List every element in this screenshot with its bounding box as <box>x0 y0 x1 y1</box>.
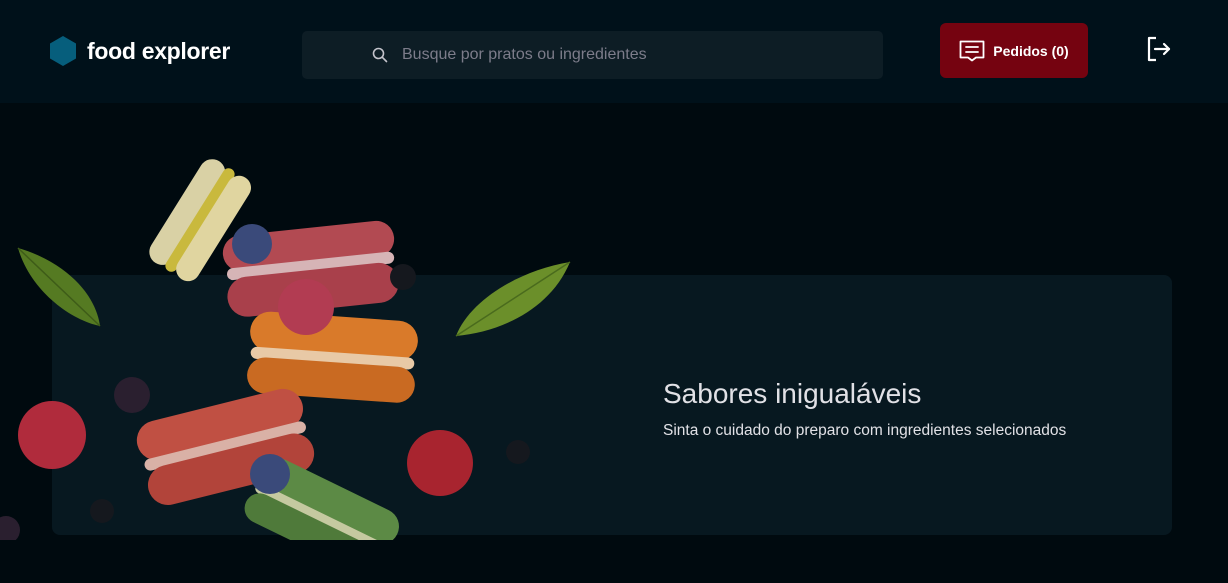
app-header: food explorer Pedidos (0) <box>0 0 1228 103</box>
receipt-icon <box>959 40 985 61</box>
logo-text: food explorer <box>87 37 231 64</box>
hexagon-icon <box>50 36 76 66</box>
orders-button[interactable]: Pedidos (0) <box>940 23 1088 78</box>
sign-out-icon[interactable] <box>1146 36 1172 62</box>
banner-subtitle: Sinta o cuidado do preparo com ingredien… <box>663 422 1067 439</box>
logo[interactable]: food explorer <box>50 36 230 66</box>
banner-title: Sabores inigualáveis <box>663 378 922 409</box>
search-bar[interactable] <box>302 31 883 79</box>
macarons-illustration <box>0 159 571 540</box>
orders-button-label: Pedidos (0) <box>993 42 1069 59</box>
search-input[interactable] <box>402 31 872 79</box>
banner-text: Sabores inigualáveis Sinta o cuidado do … <box>663 378 1183 440</box>
search-icon <box>372 47 388 63</box>
